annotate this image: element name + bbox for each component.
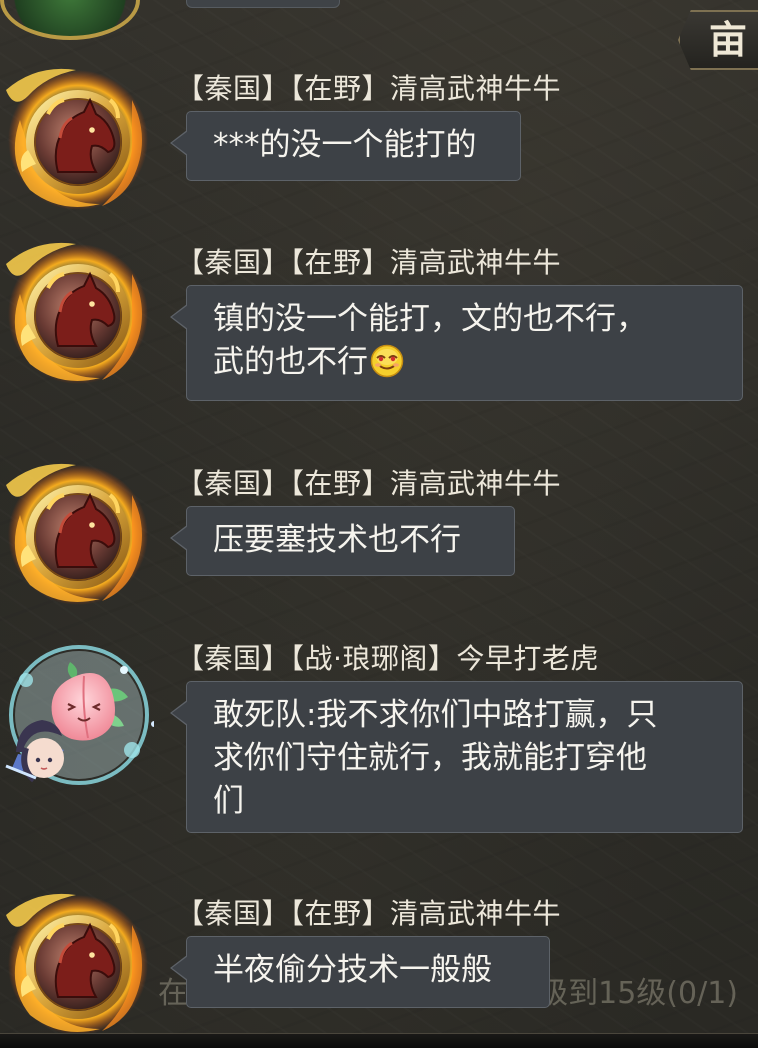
dragon-horse-avatar-icon xyxy=(0,234,150,384)
sender-nation: 【秦国】 xyxy=(176,72,291,105)
sender-nation: 【秦国】 xyxy=(176,642,291,675)
message-bubble[interactable]: 敢死队:我不求你们中路打赢，只 求你们守住就行，我就能打穿他 们 xyxy=(170,681,743,833)
sender-group: 【在野】 xyxy=(290,467,391,500)
sender-nation: 【秦国】 xyxy=(176,467,291,500)
message-bubble[interactable]: ***的没一个能打的 xyxy=(170,111,521,181)
message-line: 半夜偷分技术一般般 xyxy=(213,952,492,988)
message-line: 武的也不行 xyxy=(213,344,368,380)
sender-name: 今早打老虎 xyxy=(456,642,599,675)
sender-group: 【在野】 xyxy=(290,72,391,105)
previous-bubble-fragment xyxy=(186,0,340,8)
dragon-horse-avatar[interactable] xyxy=(0,455,150,605)
sender-group: 【在野】 xyxy=(290,897,391,930)
quest-text-right: 级到15级(0/1) xyxy=(538,976,738,1011)
message-line: 求你们守住就行，我就能打穿他 xyxy=(213,740,647,776)
message-line: 们 xyxy=(213,783,244,819)
dragon-horse-avatar-icon xyxy=(0,885,150,1035)
sender-nation: 【秦国】 xyxy=(176,897,291,930)
message-line: 敢死队:我不求你们中路打赢，只 xyxy=(213,697,658,733)
peach-girl-avatar[interactable] xyxy=(4,640,154,790)
message-line: 压要塞技术也不行 xyxy=(213,522,461,558)
message-bubble[interactable]: 半夜偷分技术一般般 xyxy=(170,936,550,1008)
dragon-horse-avatar[interactable] xyxy=(0,60,150,210)
sender-group: 【战·琅琊阁】 xyxy=(290,642,457,675)
dragon-horse-avatar-icon xyxy=(0,60,150,210)
sender-name: 清高武神牛牛 xyxy=(390,72,562,105)
dragon-horse-avatar[interactable] xyxy=(0,234,150,384)
sender-line[interactable]: 【秦国】【战·琅琊阁】今早打老虎 xyxy=(176,642,599,676)
message-line-with-emoji: 武的也不行 xyxy=(213,341,716,384)
message-bubble[interactable]: 镇的没一个能打，文的也不行， 武的也不行 xyxy=(170,285,743,401)
sender-name: 清高武神牛牛 xyxy=(390,897,562,930)
sender-line[interactable]: 【秦国】【在野】清高武神牛牛 xyxy=(176,467,561,501)
corner-menu-button[interactable]: 亩 xyxy=(678,10,758,70)
sender-nation: 【秦国】 xyxy=(176,246,291,279)
dragon-horse-avatar[interactable] xyxy=(0,885,150,1035)
sender-line[interactable]: 【秦国】【在野】清高武神牛牛 xyxy=(176,72,561,106)
message-bubble[interactable]: 压要塞技术也不行 xyxy=(170,506,515,576)
bottom-bar xyxy=(0,1033,758,1048)
message-line: ***的没一个能打的 xyxy=(213,127,477,163)
smug-face-emoji-icon xyxy=(370,344,404,378)
peach-girl-avatar-icon xyxy=(5,645,154,785)
sender-name: 清高武神牛牛 xyxy=(390,246,562,279)
corner-menu-glyph: 亩 xyxy=(708,17,747,62)
message-line: 镇的没一个能打，文的也不行， xyxy=(213,301,647,337)
dragon-horse-avatar-icon xyxy=(0,455,150,605)
sender-line[interactable]: 【秦国】【在野】清高武神牛牛 xyxy=(176,246,561,280)
previous-avatar-fragment xyxy=(0,0,140,40)
sender-name: 清高武神牛牛 xyxy=(390,467,562,500)
sender-line[interactable]: 【秦国】【在野】清高武神牛牛 xyxy=(176,897,561,931)
sender-group: 【在野】 xyxy=(290,246,391,279)
